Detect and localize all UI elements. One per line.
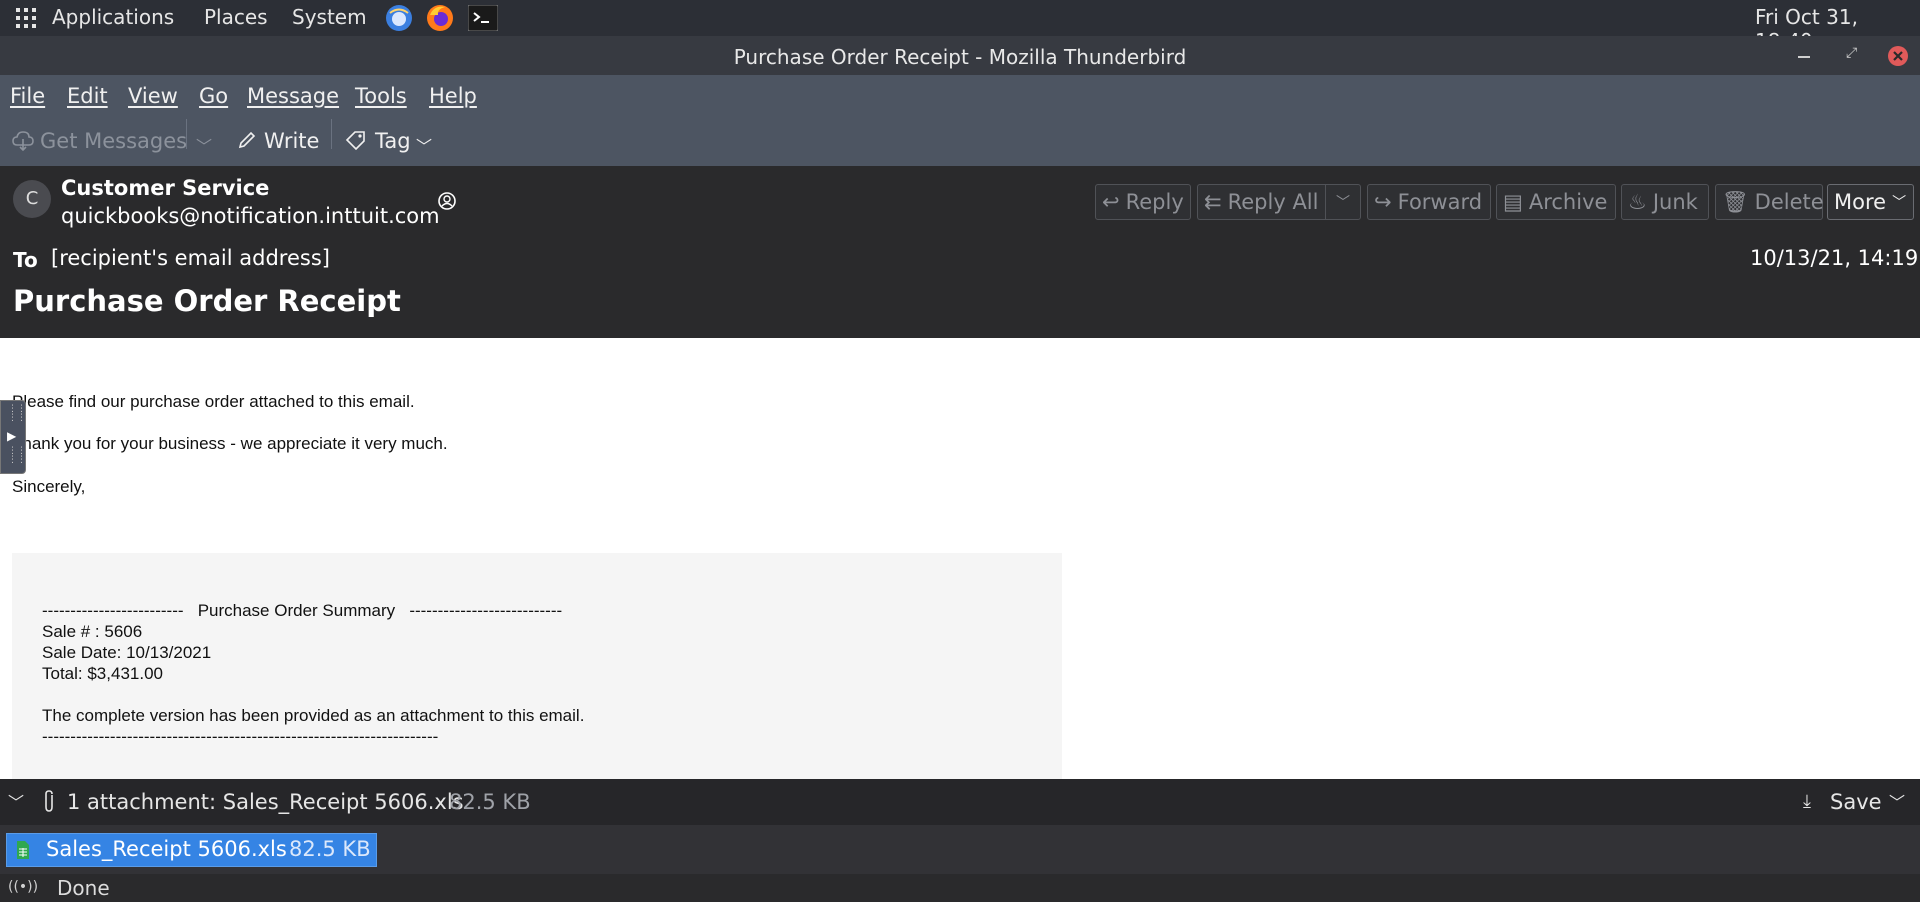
drag-dots-icon: ⋮⋮ ⋮⋮	[8, 404, 26, 423]
drag-dots-icon: ⋮⋮ ⋮⋮	[8, 446, 26, 465]
menu-help[interactable]: Help	[429, 84, 477, 108]
toolbar-separator	[331, 119, 332, 149]
to-recipient[interactable]: [recipient's email address]	[51, 246, 330, 270]
system-menu[interactable]: System	[292, 5, 367, 29]
reply-all-icon: ⇇	[1204, 190, 1222, 214]
junk-icon: ♨	[1628, 190, 1647, 214]
body-line: Sincerely,	[12, 477, 86, 496]
status-text: Done	[57, 876, 110, 900]
status-bar: ((•)) Done	[0, 874, 1920, 902]
applications-menu[interactable]: Applications	[52, 5, 174, 29]
attachment-name: Sales_Receipt 5606.xls	[46, 837, 287, 861]
reply-all-dropdown-button[interactable]: ﹀	[1325, 184, 1361, 220]
more-button[interactable]: More ﹀	[1827, 184, 1914, 220]
delete-button[interactable]: 🗑 Delete	[1715, 184, 1824, 220]
pencil-icon	[237, 130, 257, 155]
sale-date: Sale Date: 10/13/2021	[42, 643, 212, 662]
summary-note: The complete version has been provided a…	[42, 706, 585, 725]
chevron-down-icon: ﹀	[1336, 195, 1350, 211]
get-messages-dropdown-icon[interactable]: ﹀	[196, 133, 212, 157]
message-date: 10/13/21, 14:19	[1750, 246, 1919, 270]
paperclip-icon	[42, 789, 56, 818]
sale-number: Sale # : 5606	[42, 622, 143, 641]
menu-view[interactable]: View	[128, 84, 178, 108]
system-top-bar: Applications Places System Fri Oct 31, 1…	[0, 0, 1920, 53]
contact-icon[interactable]	[437, 191, 457, 215]
sidebar-toggle-handle[interactable]: ⋮⋮ ⋮⋮ ▶ ⋮⋮ ⋮⋮	[0, 400, 26, 474]
sale-total: Total: $3,431.00	[42, 664, 163, 683]
reply-all-button[interactable]: ⇇ Reply All	[1197, 184, 1325, 220]
toolbar-separator	[186, 119, 187, 149]
expand-arrow-icon: ▶	[7, 429, 17, 443]
spreadsheet-icon	[16, 840, 30, 865]
menu-go[interactable]: Go	[199, 84, 228, 108]
body-line: Thank you for your business - we appreci…	[12, 434, 448, 453]
menu-message[interactable]: Message	[247, 84, 339, 108]
attachment-summary-size: 82.5 KB	[449, 790, 531, 814]
collapse-attachments-icon[interactable]: ﹀	[8, 789, 24, 813]
trash-icon: 🗑	[1722, 189, 1749, 214]
body-line: Please find our purchase order attached …	[12, 392, 415, 411]
get-messages-icon	[12, 131, 34, 156]
reply-icon: ↩	[1102, 190, 1120, 214]
close-icon[interactable]	[1887, 45, 1909, 72]
places-menu[interactable]: Places	[204, 5, 268, 29]
summary-header: ------------------------- Purchase Order…	[42, 601, 563, 620]
menu-edit[interactable]: Edit	[67, 84, 108, 108]
sender-email[interactable]: quickbooks@notification.inttuit.com	[61, 204, 440, 228]
purchase-order-summary: ------------------------- Purchase Order…	[12, 553, 1062, 779]
write-button[interactable]: Write	[264, 129, 319, 153]
avatar: C	[13, 180, 51, 218]
online-status-icon[interactable]: ((•))	[8, 879, 38, 895]
attachment-item[interactable]: Sales_Receipt 5606.xls 82.5 KB	[6, 833, 377, 867]
save-button[interactable]: Save	[1830, 790, 1882, 814]
thunderbird-launcher-icon[interactable]	[384, 3, 414, 38]
to-label: To	[13, 248, 38, 272]
sender-name[interactable]: Customer Service	[61, 176, 269, 200]
archive-button[interactable]: ▤ Archive	[1496, 184, 1616, 220]
menu-file[interactable]: File	[10, 84, 45, 108]
maximize-icon[interactable]: ⤢	[1846, 45, 1857, 61]
tag-icon	[345, 130, 367, 155]
attachment-summary[interactable]: 1 attachment: Sales_Receipt 5606.xls	[67, 790, 464, 814]
chevron-down-icon: ﹀	[1892, 195, 1907, 211]
minimize-icon[interactable]	[1798, 56, 1810, 58]
save-dropdown-icon[interactable]: ﹀	[1889, 789, 1905, 813]
terminal-launcher-icon[interactable]	[467, 4, 499, 36]
firefox-launcher-icon[interactable]	[425, 3, 455, 38]
app-grid-icon[interactable]	[15, 7, 37, 34]
message-subject: Purchase Order Receipt	[13, 284, 401, 318]
reply-button[interactable]: ↩ Reply	[1095, 184, 1191, 220]
attachment-list: Sales_Receipt 5606.xls 82.5 KB	[0, 825, 1920, 874]
archive-icon: ▤	[1503, 190, 1523, 214]
download-icon: ⤓	[1803, 791, 1811, 812]
get-messages-button[interactable]: Get Messages	[40, 129, 187, 153]
menu-tools[interactable]: Tools	[355, 84, 407, 108]
attachment-size: 82.5 KB	[289, 837, 371, 861]
window-title: Purchase Order Receipt - Mozilla Thunder…	[733, 45, 1187, 69]
window-title-bar[interactable]: Purchase Order Receipt - Mozilla Thunder…	[0, 36, 1920, 75]
tag-dropdown-icon[interactable]: ﹀	[416, 133, 432, 157]
summary-footer: ----------------------------------------…	[42, 727, 439, 746]
forward-icon: ↪	[1374, 190, 1392, 214]
junk-button[interactable]: ♨ Junk	[1621, 184, 1709, 220]
tag-button[interactable]: Tag	[375, 129, 411, 153]
attachment-bar[interactable]: ﹀ 1 attachment: Sales_Receipt 5606.xls 8…	[0, 779, 1920, 825]
forward-button[interactable]: ↪ Forward	[1367, 184, 1491, 220]
